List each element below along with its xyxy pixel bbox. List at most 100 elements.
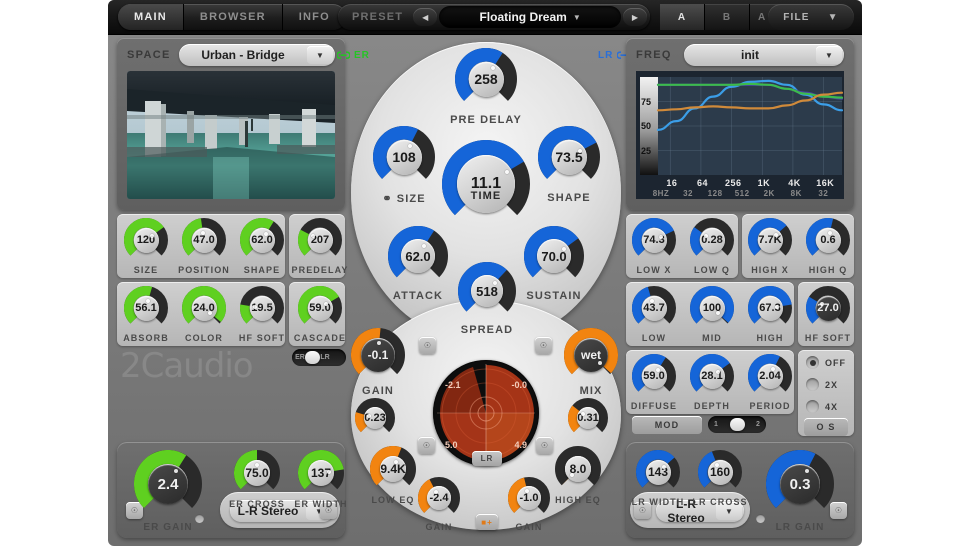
knob-cap[interactable]: 0.28: [699, 227, 725, 253]
ab-button-a[interactable]: A: [660, 4, 705, 30]
os-option-off[interactable]: OFF: [806, 356, 846, 369]
knob-cap[interactable]: wet: [574, 338, 608, 372]
radio-4x-icon[interactable]: [806, 400, 819, 413]
knob-cap[interactable]: 59.0: [307, 295, 333, 321]
knob-cap[interactable]: 28.1: [699, 363, 725, 389]
knob-cap[interactable]: 62.0: [249, 227, 275, 253]
knob-cap[interactable]: 258: [468, 61, 504, 97]
knob-mix[interactable]: wet: [564, 328, 618, 382]
knob-predelay[interactable]: 207: [298, 218, 342, 262]
low-eq-lock-button[interactable]: ☉: [418, 437, 435, 454]
knob-cap[interactable]: -1.0: [517, 486, 541, 510]
space-preset-combo[interactable]: Urban - Bridge ▼: [179, 44, 335, 66]
knob-cap[interactable]: 100: [699, 295, 725, 321]
knob-low-x[interactable]: 74.3: [632, 218, 676, 262]
knob-cap[interactable]: 0.3: [780, 464, 820, 504]
knob-low-eq[interactable]: 9.4K: [370, 446, 416, 492]
knob-cap[interactable]: 43.7: [641, 295, 667, 321]
knob-cap[interactable]: 67.3: [757, 295, 783, 321]
knob-gain[interactable]: -2.4: [418, 477, 460, 519]
knob-cap[interactable]: 120: [133, 227, 159, 253]
knob-cap[interactable]: 9.4K: [380, 456, 406, 482]
knob-sustain[interactable]: 70.0: [524, 226, 584, 286]
radio-off-icon[interactable]: [806, 356, 819, 369]
knob-high-q[interactable]: 0.6: [806, 218, 850, 262]
os-option-2x[interactable]: 2X: [806, 378, 838, 391]
knob-cap[interactable]: -2.4: [427, 486, 451, 510]
knob-er-width[interactable]: 137: [298, 450, 344, 496]
lr-mode-button[interactable]: LR: [472, 451, 502, 466]
preset-next-button[interactable]: ▶: [623, 8, 647, 26]
knob-cap[interactable]: 2.4: [148, 464, 188, 504]
knob-pre-delay[interactable]: 258: [455, 48, 517, 110]
freq-preset-combo[interactable]: init ▼: [684, 44, 844, 66]
knob-cascade[interactable]: 59.0: [298, 286, 342, 330]
knob-color[interactable]: 24.0: [182, 286, 226, 330]
knob-cap[interactable]: 73.5: [551, 139, 587, 175]
knob-hf-soft[interactable]: 19.5: [240, 286, 284, 330]
knob-mid[interactable]: 100: [690, 286, 734, 330]
file-menu-button[interactable]: FILE ▼: [768, 4, 854, 30]
os-option-4x[interactable]: 4X: [806, 400, 838, 413]
tab-info[interactable]: INFO: [283, 4, 346, 30]
preset-prev-button[interactable]: ◀: [413, 8, 438, 26]
knob-cap[interactable]: 11.1: [457, 155, 515, 213]
knob-cap[interactable]: 160: [707, 459, 733, 485]
knob-lr-cross[interactable]: 160: [698, 450, 742, 494]
knob-absorb[interactable]: 56.1: [124, 286, 168, 330]
knob-er-gain[interactable]: 2.4: [134, 450, 202, 518]
knob-low[interactable]: 43.7: [632, 286, 676, 330]
knob-cap[interactable]: 518: [471, 275, 503, 307]
knob-gain[interactable]: -0.1: [351, 328, 405, 382]
knob-high-eq[interactable]: 8.0: [555, 446, 601, 492]
knob-cap[interactable]: 143: [645, 459, 671, 485]
knob-attack[interactable]: 62.0: [388, 226, 448, 286]
knob-cap[interactable]: 62.0: [401, 239, 435, 273]
er-link-indicator[interactable]: ER: [337, 50, 370, 61]
chevron-down-icon[interactable]: ▼: [816, 46, 842, 64]
tab-main[interactable]: MAIN: [118, 4, 184, 30]
knob-cap[interactable]: 0.31: [577, 407, 599, 429]
knob-high-x[interactable]: 7.7K: [748, 218, 792, 262]
knob-hf-soft[interactable]: 27.0: [806, 286, 850, 330]
gain-link-button[interactable]: ■+: [476, 514, 498, 530]
ab-button-b[interactable]: B: [705, 4, 750, 30]
knob-high[interactable]: 67.3: [748, 286, 792, 330]
knob-[interactable]: 0.31: [568, 398, 608, 438]
tab-browser[interactable]: BROWSER: [184, 4, 283, 30]
knob--size[interactable]: 108: [373, 126, 435, 188]
knob-cap[interactable]: 0.23: [364, 407, 386, 429]
knob-cap[interactable]: 207: [307, 227, 333, 253]
knob-depth[interactable]: 28.1: [690, 354, 734, 398]
knob-position[interactable]: 47.0: [182, 218, 226, 262]
knob-cap[interactable]: 74.3: [641, 227, 667, 253]
knob-cap[interactable]: 7.7K: [757, 227, 783, 253]
knob-cap[interactable]: 27.0: [815, 295, 841, 321]
knob-cap[interactable]: 108: [386, 139, 422, 175]
knob-er-cross[interactable]: 75.0: [234, 450, 280, 496]
knob-low-q[interactable]: 0.28: [690, 218, 734, 262]
knob-cap[interactable]: 2.04: [757, 363, 783, 389]
er-lr-toggle[interactable]: ER LR: [292, 349, 346, 366]
knob-cap[interactable]: 70.0: [537, 239, 571, 273]
chevron-down-icon[interactable]: ▼: [307, 46, 333, 64]
knob-shape[interactable]: 62.0: [240, 218, 284, 262]
mix-lock-button[interactable]: ☉: [535, 337, 552, 354]
knob-gain[interactable]: -1.0: [508, 477, 550, 519]
knob-[interactable]: 11.1: [442, 140, 530, 228]
high-eq-lock-button[interactable]: ☉: [536, 437, 553, 454]
mod-toggle[interactable]: 1 2: [708, 416, 766, 433]
knob-[interactable]: 0.23: [355, 398, 395, 438]
knob-lr-gain[interactable]: 0.3: [766, 450, 834, 518]
knob-cap[interactable]: 59.0: [641, 363, 667, 389]
knob-shape[interactable]: 73.5: [538, 126, 600, 188]
freq-response-graph[interactable]: 75 50 25 16 64 256 1K 4K 16K 8HZ 32 128 512 2K 8K 32: [636, 71, 844, 199]
knob-lr-width[interactable]: 143: [636, 450, 680, 494]
knob-cap[interactable]: 24.0: [191, 295, 217, 321]
knob-size[interactable]: 120: [124, 218, 168, 262]
gain-lock-button[interactable]: ☉: [419, 337, 436, 354]
knob-period[interactable]: 2.04: [748, 354, 792, 398]
preset-name-display[interactable]: Floating Dream ▼: [439, 6, 621, 28]
knob-spread[interactable]: 518: [458, 262, 516, 320]
knob-diffuse[interactable]: 59.0: [632, 354, 676, 398]
